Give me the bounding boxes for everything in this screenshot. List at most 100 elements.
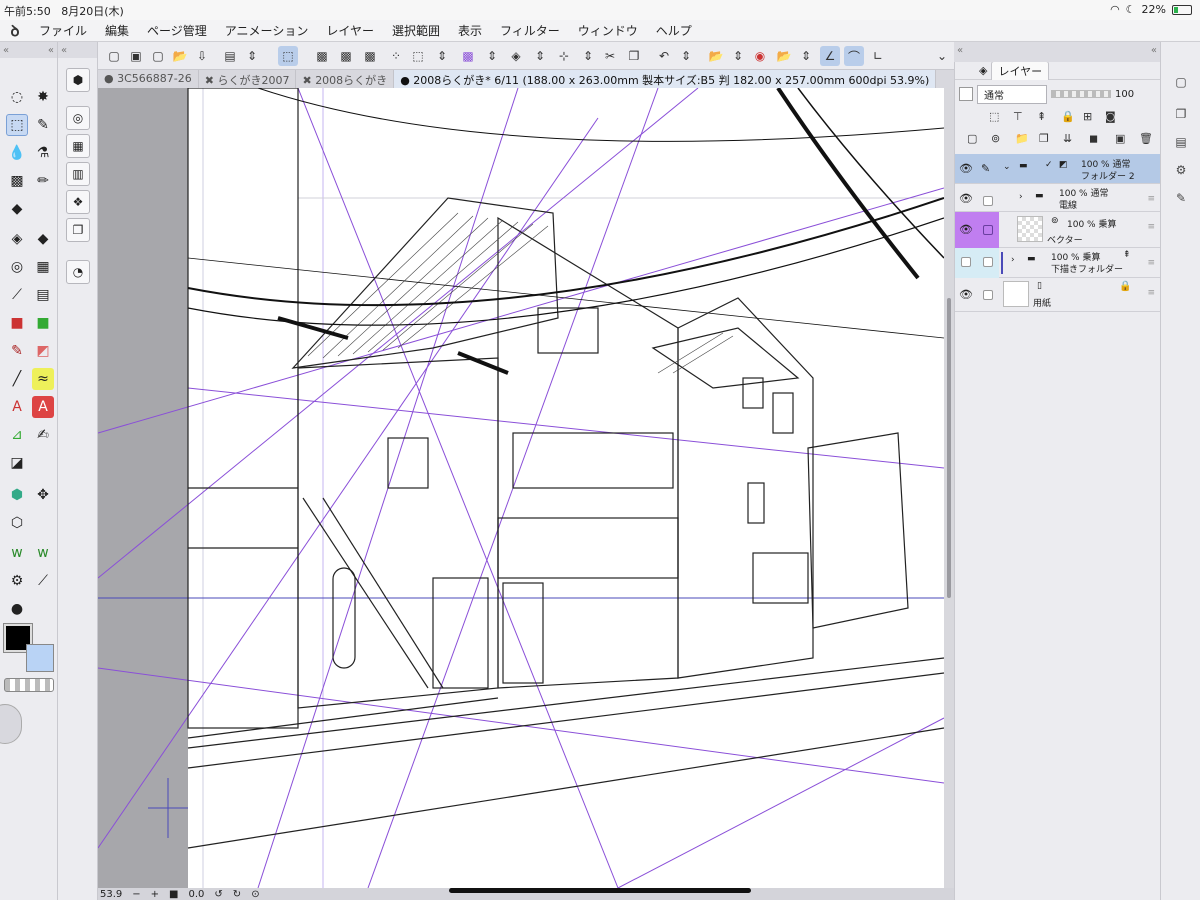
new-file-icon[interactable]: ▢ [104,46,124,66]
collapse-icon[interactable]: « [1151,45,1157,59]
menu-animation[interactable]: アニメーション [216,22,318,39]
curve-icon[interactable]: ≈ [32,368,54,390]
collapse-icon[interactable]: « [957,45,963,59]
layer-property-icon[interactable]: ⬢ [66,68,90,92]
layer-row[interactable]: 👁 ▯ 用紙 🔒 ≡ [955,278,1161,312]
grass-brush-2-icon[interactable]: ᴡ [32,542,54,564]
gear-icon[interactable]: ⚙ [1171,160,1191,180]
eraser-icon[interactable]: ◆ [6,198,28,220]
brush-size-icon[interactable]: ✎ [1171,188,1191,208]
pen-icon[interactable]: ✎ [32,114,54,136]
tone-2-icon[interactable]: ▩ [336,46,356,66]
circle-icon[interactable]: ◎ [66,106,90,130]
reference-icon[interactable]: ⊤ [1013,110,1023,123]
magic-wand-icon[interactable]: ✸ [32,86,54,108]
line-icon[interactable]: ╱ [6,368,28,390]
transform-icon[interactable]: ⬚ [278,46,298,66]
gradient-icon[interactable]: ▤ [32,284,54,306]
snap-ruler-icon[interactable]: ∠ [820,46,840,66]
airbrush-icon[interactable]: ⚗ [32,142,54,164]
edit-checkbox[interactable] [983,257,993,267]
menu-selection[interactable]: 選択範囲 [383,22,449,39]
reset-rotation-icon[interactable]: ⊙ [251,889,259,900]
eye-icon[interactable]: 👁 [959,192,973,205]
opacity-slider[interactable] [1051,90,1111,98]
tone-icon[interactable]: ▩ [312,46,332,66]
folder-open-icon[interactable]: 📂 [774,46,794,66]
fill-icon[interactable]: ◈ [6,228,28,250]
tab-document[interactable]: ● 3C566887-26 [98,70,199,88]
draft-icon[interactable]: ⇞ [1037,110,1046,123]
trash-icon[interactable]: 🗑 [1139,132,1153,145]
stepper-icon[interactable]: ⇕ [728,46,748,66]
ruler-icon[interactable]: ◩ [32,340,54,362]
fill-select-icon[interactable]: ◈ [506,46,526,66]
canvas-area[interactable] [98,88,944,888]
copy-layer-icon[interactable]: ❐ [1039,132,1049,145]
angle-value[interactable]: 0.0 [189,889,205,900]
menu-view[interactable]: 表示 [449,22,491,39]
select-area-icon[interactable]: ⬚ [408,46,428,66]
stepper-icon[interactable]: ⇕ [796,46,816,66]
film-icon[interactable]: ▥ [66,162,90,186]
layer-row[interactable]: 👁 ⊚ 100 % 乗算 ベクター ≡ [955,212,1161,248]
layer-row[interactable]: 👁 ✎ ⌄ ▬ ✓ ◩ 100 % 通常 フォルダー 2 [955,154,1161,184]
menu-layer[interactable]: レイヤー [317,22,383,39]
fill-color-icon[interactable]: ◆ [32,228,54,250]
eye-icon[interactable]: 👁 [959,162,973,175]
layer-panel-tab[interactable]: レイヤー [991,61,1050,80]
grid-icon[interactable]: ▦ [66,134,90,158]
merge-icon[interactable]: ⇊ [1063,132,1072,145]
tab-document-active[interactable]: ● 2008らくがき* 6/11 (188.00 x 263.00mm 製本サイ… [394,70,937,88]
grass-brush-icon[interactable]: ᴡ [6,542,28,564]
menu-edit[interactable]: 編集 [96,22,138,39]
menu-window[interactable]: ウィンドウ [569,22,647,39]
menu-filter[interactable]: フィルター [491,22,569,39]
scrollbar-thumb[interactable] [947,298,951,598]
opacity-value[interactable]: 100 [1115,89,1134,100]
tone-3-icon[interactable]: ▩ [360,46,380,66]
drawing-canvas[interactable] [98,88,944,888]
lasso-fill-icon[interactable]: ◎ [6,256,28,278]
save-icon[interactable]: ⇩ [192,46,212,66]
move-layer-icon[interactable]: ◌ [6,86,28,108]
eyedropper-icon[interactable]: ⟋ [6,284,28,306]
drag-handle-icon[interactable]: ≡ [1147,288,1155,298]
snap-grid-icon[interactable]: ∟ [868,46,888,66]
transparent-color-swatch[interactable] [4,678,54,692]
figure-icon[interactable]: ■ [6,312,28,334]
tab-document[interactable]: ✖ らくがき2007 [199,70,297,88]
brush-icon[interactable]: ▩ [6,170,28,192]
cut-icon[interactable]: ✂ [600,46,620,66]
new-page-icon[interactable]: ▢ [148,46,168,66]
dropper-icon[interactable]: ⟋ [32,570,54,592]
blend-mode-select[interactable]: 通常 [977,84,1047,104]
edit-checkbox[interactable] [983,196,993,206]
balloon-text-icon[interactable]: A [32,396,54,418]
snap-special-ruler-icon[interactable]: ⌒ [844,46,864,66]
drag-handle-icon[interactable]: ≡ [1147,194,1155,204]
rec-icon[interactable]: ◉ [750,46,770,66]
move-icon[interactable]: ✥ [32,484,54,506]
export-jpg-icon[interactable]: ▤ [220,46,240,66]
stepper-icon[interactable]: ⇕ [482,46,502,66]
copy-icon[interactable]: ❐ [624,46,644,66]
chevron-right-icon[interactable]: › [1019,192,1023,202]
property-icon[interactable]: ▤ [1171,132,1191,152]
tab-document[interactable]: ✖ 2008らくがき [296,70,395,88]
zoom-out-icon[interactable]: − [132,889,140,900]
collapse-icon[interactable]: « [3,45,9,56]
menu-help[interactable]: ヘルプ [647,22,701,39]
vertical-scrollbar[interactable] [944,88,954,888]
collapse-icon[interactable]: « [61,45,67,56]
settings-gear-icon[interactable]: ⚙ [6,570,28,592]
tablet-icon[interactable]: ▣ [126,46,146,66]
new-vector-icon[interactable]: ⊚ [991,132,1000,145]
eye-icon[interactable]: 👁 [959,288,973,301]
open-folder-icon[interactable]: 📂 [170,46,190,66]
pencil-icon[interactable]: ✏ [32,170,54,192]
stepper-icon[interactable]: ⇕ [676,46,696,66]
lock-icon[interactable]: 🔒 [1061,110,1075,123]
lock-icon[interactable]: 🔒 [1119,281,1131,292]
layer-color-swatch[interactable] [959,87,973,101]
